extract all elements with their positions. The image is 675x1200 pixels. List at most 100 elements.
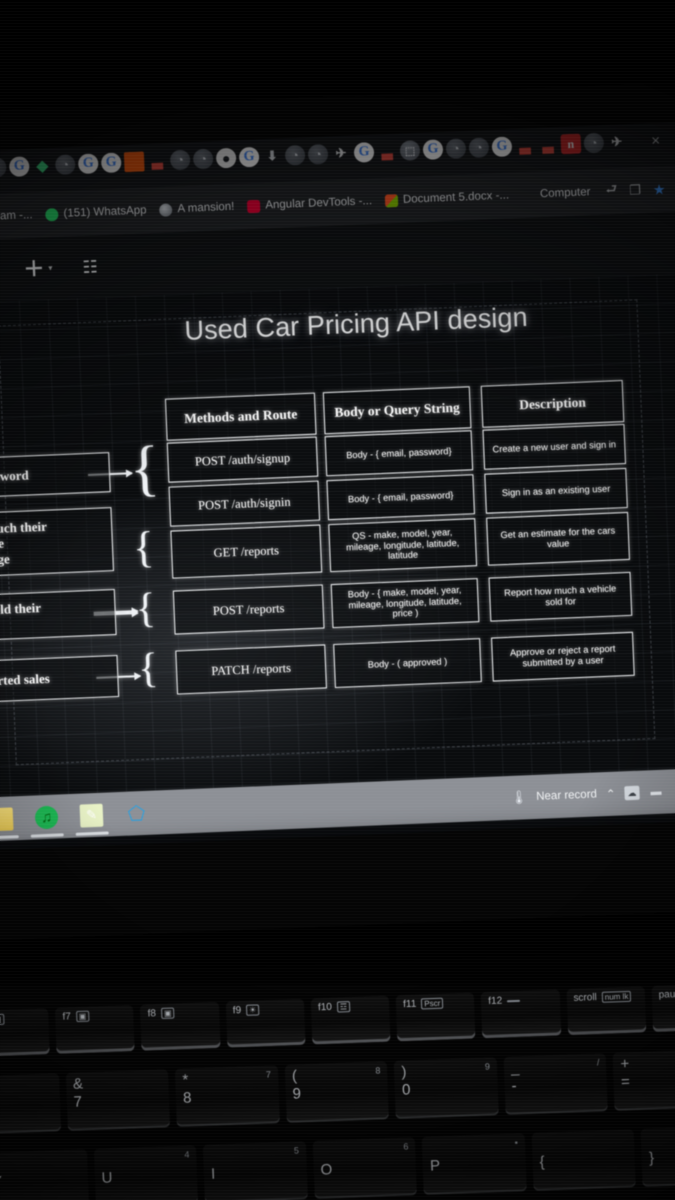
route-cell-5[interactable]: PATCH /reports <box>175 644 327 695</box>
bookmark-item[interactable]: Computer Vision An... <box>522 186 593 202</box>
key-numpad-label: ▪ <box>514 1137 519 1148</box>
battery-icon[interactable]: ▬ <box>648 785 664 800</box>
column-header-2[interactable]: Body or Query String <box>322 386 472 435</box>
add-shape-button[interactable]: ＋ ▾ <box>23 257 53 281</box>
laptop-keyboard: f6▣f7▣f8▣f9☀f10☲f11Pscrf12scrollnum lkpa… <box>0 985 675 1200</box>
route-cell-2[interactable]: POST /auth/signin <box>168 480 321 527</box>
globe-icon[interactable]: ◔ <box>445 138 467 160</box>
orange-square-icon[interactable] <box>123 151 145 173</box>
download-icon[interactable]: ⬇ <box>262 146 283 167</box>
requirement-box-3[interactable]: at they sold their for <box>0 589 117 643</box>
route-cell-3[interactable]: GET /reports <box>170 524 323 579</box>
brace-connector-1: { <box>128 434 161 504</box>
diagram-canvas[interactable]: Used Car Pricing API design Methods and … <box>0 272 675 798</box>
system-tray[interactable]: 🌡 Near record ⌃ ☁ ▬ ◢ ◑ <box>510 782 675 806</box>
file-explorer-icon[interactable] <box>0 806 14 831</box>
globe-icon[interactable]: ◔ <box>54 154 76 176</box>
requirement-box-1[interactable]: email/password <box>0 452 111 500</box>
column-header-3[interactable]: Description <box>480 380 625 428</box>
key-label: f7 <box>62 1011 72 1023</box>
photo-scene: ◔◔G◆◔GG▃◔◔●G⬇◔◔✈G▃⬚G◔◔G▃▃n◔✈ × + agram -… <box>0 0 675 1200</box>
key-f10: f10 ☲ <box>310 995 391 1045</box>
key-label: scroll <box>573 992 598 1004</box>
key-glyph-icon: ▣ <box>0 1013 5 1026</box>
key-label: Y <box>0 1173 3 1191</box>
tab-close-button[interactable]: × <box>644 132 667 149</box>
globe-icon[interactable]: ◔ <box>468 137 490 159</box>
favorite-star-icon[interactable]: ★ <box>653 181 666 199</box>
leaf-icon[interactable]: ◆ <box>32 155 53 176</box>
key-P: P ▪ <box>422 1133 527 1195</box>
spotify-icon[interactable]: ♫ <box>34 805 59 829</box>
key-label: f11 <box>402 998 417 1011</box>
key-f9: f9 ☀ <box>225 998 306 1048</box>
description-cell-5[interactable]: Approve or reject a report submitted by … <box>491 631 635 682</box>
red-mark-icon[interactable]: ▃ <box>147 151 168 172</box>
body-cell-2[interactable]: Body - { email, password} <box>326 474 475 521</box>
bookmark-item[interactable]: agram -... <box>0 209 33 225</box>
bookmark-item[interactable]: A mansion! <box>159 200 235 217</box>
key-O: O6 <box>312 1137 418 1199</box>
red-mark-icon[interactable]: ▃ <box>537 134 558 155</box>
draw-app-icon[interactable]: ✎ <box>79 803 104 828</box>
google-icon[interactable]: G <box>8 156 30 177</box>
browser-action-icons[interactable]: ⮐ ❐ ★ ⧉ <box>605 177 675 202</box>
google-icon[interactable]: G <box>100 152 122 174</box>
globe-icon[interactable]: ◔ <box>169 149 191 171</box>
bookmark-label: agram -... <box>0 209 33 224</box>
key-{: { <box>531 1129 637 1191</box>
column-header-1[interactable]: Methods and Route <box>164 392 317 441</box>
route-cell-4[interactable]: POST /reports <box>172 584 325 635</box>
red-mark-icon[interactable]: ▃ <box>514 135 535 156</box>
requirement-box-2[interactable]: or how much their ised on the ear/mileag… <box>0 507 114 579</box>
github-icon[interactable]: ● <box>215 147 237 169</box>
globe-icon[interactable]: ◔ <box>0 157 7 178</box>
description-cell-4[interactable]: Report how much a vehicle sold for <box>488 571 633 622</box>
code-icon[interactable]: ⬚ <box>399 140 421 161</box>
key-numpad-label: 4 <box>184 1149 190 1160</box>
bookmark-label: Computer Vision An... <box>539 186 593 201</box>
bookmark-item[interactable]: Document 5.docx -... <box>384 189 510 208</box>
share-icon[interactable]: ⮐ <box>605 180 618 202</box>
bird-icon[interactable]: ✈ <box>606 132 627 153</box>
tray-expand-chevron-icon[interactable]: ⌃ <box>606 787 616 801</box>
onedrive-icon[interactable]: ☁ <box>624 785 640 801</box>
body-cell-4[interactable]: Body - { make, model, year, mileage, lon… <box>330 578 480 629</box>
globe-icon[interactable]: ◔ <box>583 132 605 154</box>
plus-icon: ＋ <box>23 257 45 281</box>
split-screen-icon[interactable]: ❐ <box>629 182 641 198</box>
bookmark-label: A mansion! <box>177 200 235 216</box>
requirement-box-4[interactable]: ove reported sales <box>0 654 120 705</box>
key-label: 8 <box>182 1089 192 1107</box>
globe-icon[interactable]: ◔ <box>284 144 306 166</box>
key-glyph-icon: ▣ <box>160 1007 175 1019</box>
grid-icon: ☷ <box>82 256 99 277</box>
bird-icon[interactable]: ✈ <box>331 143 352 164</box>
key-U: U4 <box>93 1145 199 1200</box>
body-cell-1[interactable]: Body - { email, password} <box>324 430 474 477</box>
description-cell-1[interactable]: Create a new user and sign in <box>482 423 627 470</box>
body-cell-3[interactable]: QS - make, model, year, mileage, longitu… <box>328 518 478 573</box>
google-icon[interactable]: G <box>77 153 99 175</box>
notion-icon[interactable]: n <box>560 133 582 155</box>
bookmark-item[interactable]: (151) WhatsApp <box>45 204 147 222</box>
globe-icon[interactable]: ◔ <box>307 143 329 165</box>
vscode-icon[interactable]: ⬠ <box>124 801 148 825</box>
google-icon[interactable]: G <box>353 142 375 163</box>
key-shift-label: ( <box>291 1067 298 1085</box>
google-icon[interactable]: G <box>238 146 260 168</box>
bookmark-item[interactable]: Angular DevTools -... <box>247 195 372 213</box>
new-tab-button[interactable]: + <box>668 131 675 148</box>
route-cell-1[interactable]: POST /auth/signup <box>166 436 319 483</box>
table-tool[interactable]: ☷ <box>82 256 99 277</box>
red-mark-icon[interactable]: ▃ <box>377 141 398 162</box>
globe-icon[interactable]: ◔ <box>192 148 214 170</box>
google-icon[interactable]: G <box>422 139 444 160</box>
bookmark-favicon-icon <box>45 207 59 222</box>
body-cell-5[interactable]: Body - ( approved ) <box>333 638 482 689</box>
key-label: { <box>539 1153 545 1171</box>
weather-label[interactable]: Near record <box>536 788 597 802</box>
description-cell-3[interactable]: Get an estimate for the cars value <box>486 511 630 566</box>
google-icon[interactable]: G <box>491 136 513 158</box>
description-cell-2[interactable]: Sign in as an existing user <box>484 467 628 514</box>
